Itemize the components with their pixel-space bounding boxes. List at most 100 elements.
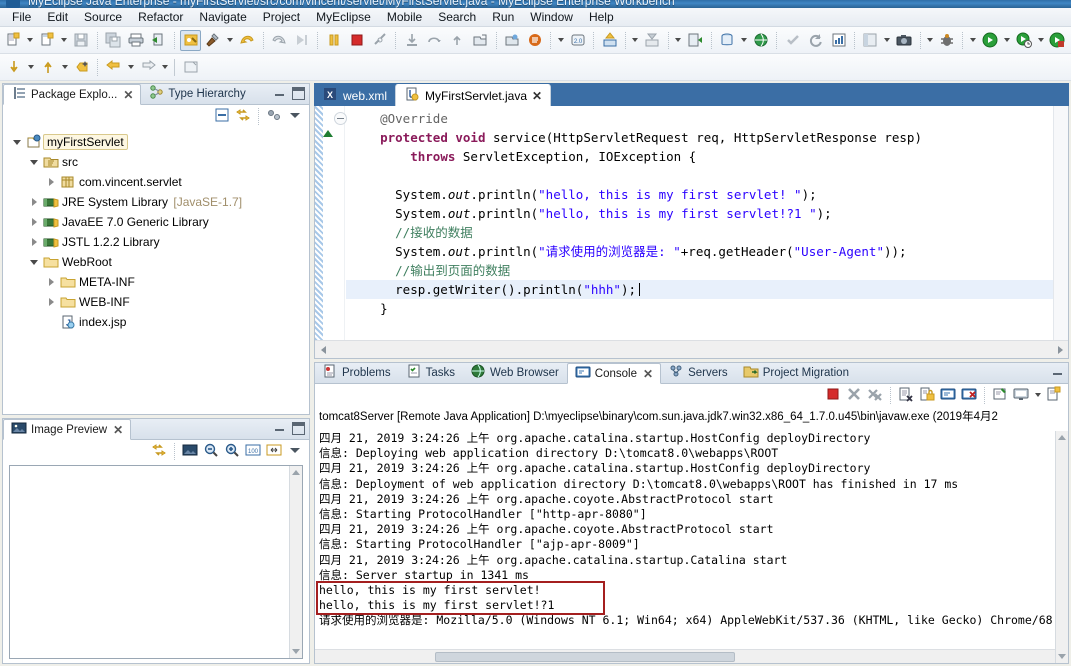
menu-item-edit[interactable]: Edit <box>39 8 76 26</box>
show-console-on-output-button[interactable] <box>938 386 958 405</box>
menu-item-refactor[interactable]: Refactor <box>130 8 191 26</box>
step-over-button[interactable] <box>424 30 445 51</box>
open-type-button[interactable] <box>470 30 491 51</box>
menu-item-file[interactable]: File <box>4 8 39 26</box>
tree-twisty[interactable] <box>43 178 59 186</box>
console-tab-problems[interactable]: Problems <box>315 362 399 383</box>
expand-arrow-icon[interactable] <box>13 139 21 145</box>
scroll-left-icon[interactable] <box>315 342 331 358</box>
back-button[interactable] <box>103 57 124 78</box>
collapse-arrow-icon[interactable] <box>31 238 37 246</box>
console-tab-servers[interactable]: Servers <box>661 362 736 383</box>
maximize-icon[interactable] <box>292 87 305 100</box>
clear-console-button[interactable] <box>896 386 916 405</box>
show-console-on-error-button[interactable] <box>959 386 979 405</box>
scroll-right-icon[interactable] <box>1052 342 1068 358</box>
menu-item-run[interactable]: Run <box>484 8 522 26</box>
deploy-dropdown[interactable] <box>630 30 641 51</box>
run-history-dropdown[interactable] <box>1035 30 1046 51</box>
link-with-editor-button[interactable] <box>233 107 253 126</box>
console-output[interactable]: 四月 21, 2019 3:24:26 上午 org.apache.catali… <box>315 431 1055 649</box>
menu-item-myeclipse[interactable]: MyEclipse <box>308 8 379 26</box>
collapse-all-button[interactable] <box>212 107 232 126</box>
run-last-tool-button[interactable] <box>148 30 169 51</box>
external-tools-button[interactable] <box>203 30 224 51</box>
run-history-button[interactable] <box>1013 30 1034 51</box>
console-tab-tasks[interactable]: Tasks <box>399 362 463 383</box>
debug-dropdown[interactable] <box>967 30 978 51</box>
redo-button[interactable] <box>269 30 290 51</box>
console-hscroll-thumb[interactable] <box>435 652 735 662</box>
open-browser-button[interactable] <box>750 30 771 51</box>
terminate-button[interactable] <box>823 386 843 405</box>
view-menu-button[interactable] <box>285 107 305 126</box>
tree-twisty[interactable] <box>43 278 59 286</box>
view-menu-button[interactable] <box>285 442 305 461</box>
report-button[interactable] <box>828 30 849 51</box>
console-tab-project-migration[interactable]: Project Migration <box>736 362 857 383</box>
editor-hscrollbar[interactable] <box>315 340 1068 358</box>
package-explorer-tree[interactable]: myFirstServlet src com.vincent.servlet JRE … <box>3 128 309 414</box>
close-tab-icon[interactable]: ✕ <box>532 89 542 103</box>
snapshot-button[interactable] <box>894 30 915 51</box>
scroll-up-icon[interactable] <box>290 466 302 479</box>
validate-button[interactable] <box>782 30 803 51</box>
deploy-button[interactable] <box>599 30 620 51</box>
tree-item[interactable]: myFirstServlet <box>3 132 309 152</box>
minimize-icon[interactable] <box>273 422 286 435</box>
coverage-button[interactable] <box>1047 30 1068 51</box>
tree-twisty[interactable] <box>26 198 42 206</box>
last-edit-location-button[interactable] <box>71 57 92 78</box>
tree-twisty[interactable] <box>26 238 42 246</box>
snapshot-dropdown[interactable] <box>925 30 936 51</box>
image-preview-canvas[interactable] <box>9 465 303 659</box>
forward-button[interactable] <box>137 57 158 78</box>
tree-item[interactable]: src <box>3 152 309 172</box>
tree-twisty[interactable] <box>26 259 42 265</box>
fit-to-window-button[interactable] <box>264 442 284 461</box>
tree-item[interactable]: META-INF <box>3 272 309 292</box>
console-tab-console[interactable]: Console ✕ <box>566 363 662 384</box>
myeclipse-config-dropdown[interactable] <box>555 30 566 51</box>
editor-tab-myfirstservlet-java[interactable]: MyFirstServlet.java ✕ <box>395 84 552 106</box>
scroll-lock-button[interactable] <box>917 386 937 405</box>
editor-vscrollbar[interactable] <box>1053 106 1068 340</box>
scroll-down-icon[interactable] <box>1056 650 1068 663</box>
scroll-up-icon[interactable] <box>1056 431 1068 444</box>
minimize-icon[interactable] <box>273 87 286 100</box>
next-annotation-button[interactable] <box>3 57 24 78</box>
tree-item[interactable]: JRE System Library [JavaSE-1.7] <box>3 192 309 212</box>
close-tab-icon[interactable]: ✕ <box>123 89 133 101</box>
open-task-button[interactable] <box>502 30 523 51</box>
previous-annotation-dropdown[interactable] <box>59 57 70 78</box>
pin-console-button[interactable] <box>990 386 1010 405</box>
undo-button[interactable] <box>237 30 258 51</box>
remove-all-terminated-button[interactable] <box>865 386 885 405</box>
new-wizard-button[interactable] <box>3 30 24 51</box>
expand-arrow-icon[interactable] <box>30 159 38 165</box>
terminate-button[interactable] <box>346 30 367 51</box>
scroll-down-icon[interactable] <box>290 645 302 658</box>
menu-item-mobile[interactable]: Mobile <box>379 8 430 26</box>
perspective-button[interactable] <box>860 30 881 51</box>
pin-editor-button[interactable] <box>180 57 201 78</box>
previous-annotation-button[interactable] <box>37 57 58 78</box>
step-into-button[interactable] <box>401 30 422 51</box>
close-tab-icon[interactable]: ✕ <box>113 424 123 436</box>
new-item-button[interactable] <box>37 30 58 51</box>
collapse-arrow-icon[interactable] <box>31 218 37 226</box>
package-explorer-tab-package-explo[interactable]: Package Explo... ✕ <box>3 84 142 105</box>
build-button[interactable] <box>180 29 201 51</box>
refresh-button[interactable] <box>805 30 826 51</box>
collapse-arrow-icon[interactable] <box>48 178 54 186</box>
focus-on-active-task-button[interactable] <box>264 107 284 126</box>
link-with-editor-button[interactable] <box>149 442 169 461</box>
tree-twisty[interactable] <box>26 218 42 226</box>
open-console-button[interactable] <box>1044 386 1064 405</box>
display-selected-console-button[interactable] <box>1011 386 1031 405</box>
menu-item-navigate[interactable]: Navigate <box>191 8 254 26</box>
tree-item[interactable]: com.vincent.servlet <box>3 172 309 192</box>
editor-tab-web-xml[interactable]: Xweb.xml <box>314 85 395 106</box>
menu-item-help[interactable]: Help <box>581 8 622 26</box>
tree-twisty[interactable] <box>43 298 59 306</box>
